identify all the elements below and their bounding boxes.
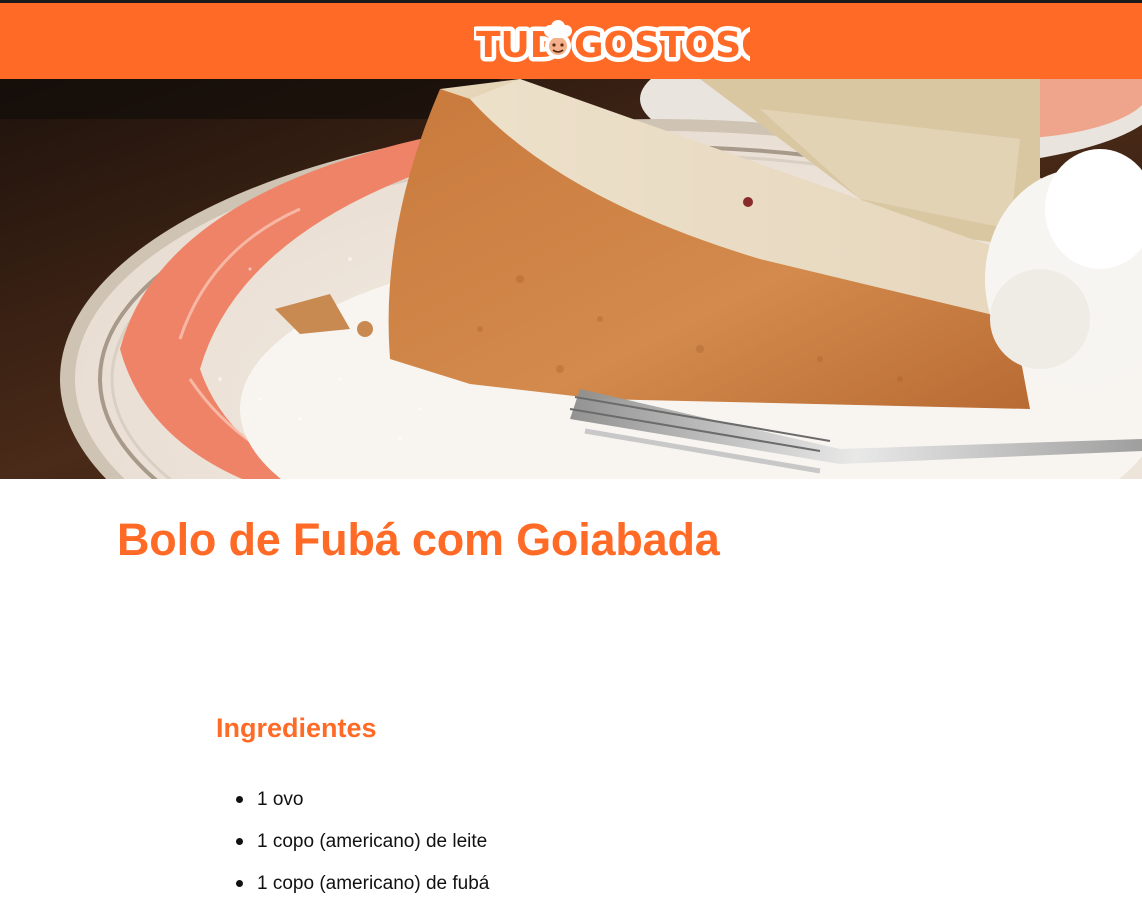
list-item: 1 copo (americano) de leite	[216, 822, 489, 864]
ingredients-heading: Ingredientes	[216, 713, 377, 743]
site-header: TUD TUD GOSTOSO GOSTOSO	[0, 0, 1142, 79]
recipe-title: Bolo de Fubá com Goiabada	[117, 514, 720, 565]
chef-hat-icon	[544, 20, 572, 59]
site-logo[interactable]: TUD TUD GOSTOSO GOSTOSO	[474, 19, 750, 67]
logo-text-right: GOSTOSO	[574, 25, 750, 66]
list-item: 1 copo (americano) de fubá	[216, 864, 489, 904]
recipe-page: TUD TUD GOSTOSO GOSTOSO	[0, 0, 1142, 904]
list-item: 1 ovo	[216, 780, 489, 822]
hero-image	[0, 79, 1142, 479]
ingredients-list: 1 ovo 1 copo (americano) de leite 1 copo…	[216, 780, 489, 904]
